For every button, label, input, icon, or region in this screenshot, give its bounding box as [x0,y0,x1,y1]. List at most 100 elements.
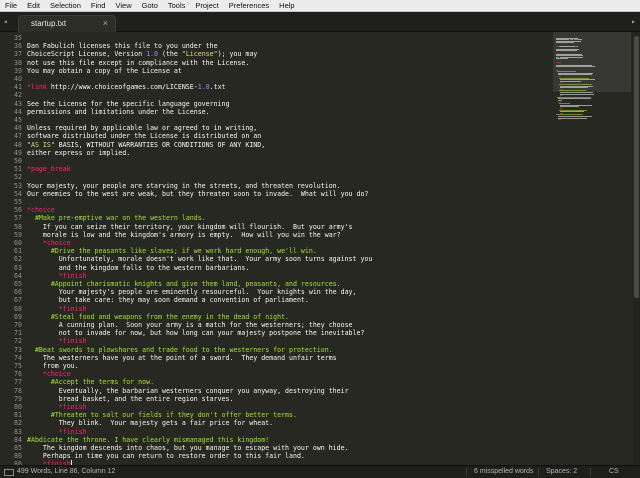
code-line[interactable]: #Abdicate the throne. I have clearly mis… [27,436,269,444]
code-line[interactable]: not to invade for now, but how long can … [27,329,365,337]
line-number: 61 [14,247,22,256]
code-token: not use this file except in compliance w… [27,58,250,67]
code-line[interactable]: bread basket, and the entire region star… [27,395,234,403]
code-line[interactable]: Dan Fabulich licenses this file to you u… [27,42,218,50]
code-line[interactable]: *finish [27,337,87,345]
line-number: 68 [14,304,22,313]
code-line[interactable]: Unless required by applicable law or agr… [27,124,257,132]
code-token: *finish [58,304,87,313]
code-token: Unless required by applicable law or agr… [27,124,258,133]
code-token: but take care: they may soon demand a co… [27,296,309,305]
line-number: 76 [14,370,22,379]
panel-toggle-icon[interactable] [4,469,14,476]
menu-project[interactable]: Project [190,0,223,11]
code-line[interactable]: See the License for the specific languag… [27,100,229,108]
scrollbar-thumb[interactable] [634,36,639,298]
code-line[interactable]: Our enemies to the west are weak, but th… [27,190,368,198]
line-number: 40 [14,75,22,83]
code-line[interactable]: Your majesty, your people are starving i… [27,182,341,190]
code-line[interactable]: *finish [27,272,87,280]
code-line[interactable]: You may obtain a copy of the License at [27,67,182,75]
line-number: 52 [14,173,22,182]
code-line[interactable]: #Drive the peasants like slaves; if we w… [27,247,317,255]
code-line[interactable]: either express or implied. [27,149,130,157]
code-line[interactable]: #Make pre-emptive war on the western lan… [27,214,206,222]
close-icon[interactable]: × [103,18,108,28]
line-number: 64 [14,271,22,280]
code-line[interactable]: not use this file except in compliance w… [27,59,249,67]
code-line[interactable]: "AS IS" BASIS, WITHOUT WARRANTIES OR CON… [27,141,265,149]
code-line[interactable]: #Beat swords to plowshares and trade foo… [27,346,333,354]
vertical-scrollbar[interactable] [633,32,640,465]
code-line[interactable]: ChoiceScript License, Version 1.0 (the "… [27,50,257,58]
code-line[interactable]: *choice [27,239,71,247]
code-token: #Accept the terms for now. [50,378,155,387]
code-token: A cunning plan. Soon your army is a matc… [27,321,353,329]
code-token: #Drive the peasants like slaves; if we w… [50,247,317,256]
code-line[interactable]: Your majesty's people are eminently reso… [27,288,357,296]
code-line[interactable]: and the kingdom falls to the western bar… [27,264,250,272]
code-line[interactable]: #Appoint charismatic knights and give th… [27,280,341,288]
code-line[interactable]: #Threaten to salt our fields if they don… [27,411,297,419]
code-token: *finish [58,427,87,436]
code-token: software distributed under the License i… [27,132,262,141]
code-token: The kingdom descends into chaos, but you… [27,444,349,452]
menu-file[interactable]: File [0,0,22,11]
minimap[interactable] [553,32,631,465]
code-line[interactable]: morale is low and the kingdom's armory i… [27,231,341,239]
code-line[interactable]: The westerners have you at the point of … [27,354,337,362]
menu-help[interactable]: Help [274,0,299,11]
code-line[interactable]: They blink. Your majesty gets a fair pri… [27,419,273,427]
code-line[interactable]: *finish [27,428,87,436]
line-number: 49 [14,148,22,157]
code-line[interactable]: The kingdom descends into chaos, but you… [27,444,349,452]
code-line[interactable]: A cunning plan. Soon your army is a matc… [27,321,353,329]
code-line[interactable]: *link http://www.choiceofgames.com/LICEN… [27,83,226,91]
editor[interactable]: 35 36 37 38 39 40 41 42 43 44 45 46 47 48 49 50 51 52 53 54… [0,32,640,465]
code-line[interactable]: Perhaps in time you can return to restor… [27,452,305,460]
menu-goto[interactable]: Goto [137,0,163,11]
code-token: 1.0 [146,50,159,59]
code-line[interactable]: *page_break [27,165,71,173]
indentation-status[interactable]: Spaces: 2 [546,466,577,478]
tab-startup[interactable]: startup.txt × [18,15,116,32]
line-number: 43 [14,99,22,108]
line-number: 36 [14,42,22,51]
code-line[interactable]: software distributed under the License i… [27,132,261,140]
code-line[interactable]: If you can seize their territory, your k… [27,223,353,231]
spellcheck-status[interactable]: 6 misspelled words [474,466,534,478]
divider [466,468,467,476]
menu-find[interactable]: Find [86,0,111,11]
menu-tools[interactable]: Tools [163,0,191,11]
tab-scroll-right-icon[interactable]: ▸ [631,12,636,31]
code-line[interactable]: Unfortunately, morale doesn't work like … [27,255,373,263]
menu-view[interactable]: View [110,0,136,11]
menu-preferences[interactable]: Preferences [224,0,274,11]
code-line[interactable]: permissions and limitations under the Li… [27,108,210,116]
code-line[interactable]: but take care: they may soon demand a co… [27,296,309,304]
code-token: Our enemies to the west are weak, but th… [27,189,369,198]
code-token: *choice [42,239,71,247]
code-line[interactable]: *choice [27,370,71,378]
menu-selection[interactable]: Selection [45,0,86,11]
code-line[interactable]: Eventually, the barbarian westerners con… [27,387,349,395]
syntax-status[interactable]: CS [609,466,619,478]
line-number: 85 [14,444,22,452]
code-line[interactable]: #Accept the terms for now. [27,378,154,386]
code-line[interactable]: *finish [27,305,87,313]
menu-edit[interactable]: Edit [22,0,45,11]
code-line[interactable]: #Steal food and weapons from the enemy i… [27,313,289,321]
code-area[interactable]: Dan Fabulich licenses this file to you u… [27,32,552,465]
code-line[interactable]: *finish [27,403,87,411]
tab-scroll-left-icon[interactable]: ◂ [3,12,8,31]
minimap-line [556,42,574,44]
code-token: morale is low and the kingdom's armory i… [27,230,341,239]
line-number: 57 [14,214,22,223]
code-line[interactable]: from you. [27,362,79,370]
code-line[interactable]: *choice [27,206,55,214]
code-token: *choice [27,206,55,215]
line-number: 53 [14,181,22,190]
line-number: 38 [14,58,22,67]
